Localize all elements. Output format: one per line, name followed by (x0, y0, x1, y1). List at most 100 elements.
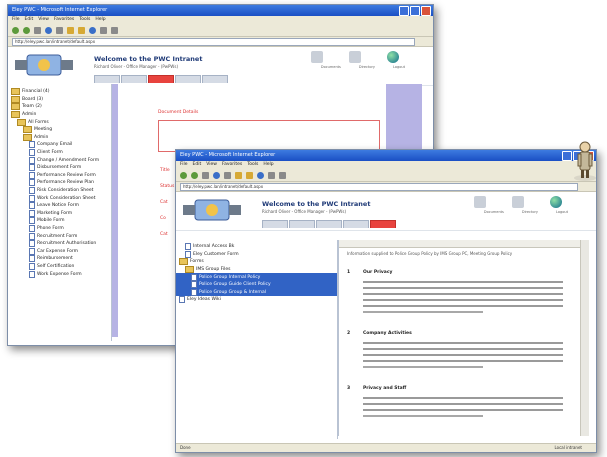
tree-item[interactable]: Forms (176, 258, 337, 266)
tree-item[interactable]: Recruitment Authorisation (8, 240, 111, 248)
forward-icon[interactable] (23, 26, 30, 34)
back-icon[interactable] (12, 26, 19, 34)
directory-icon[interactable] (512, 196, 524, 208)
tree-item[interactable]: Work Consideration Sheet (8, 194, 111, 202)
tree-item[interactable]: Risk Consideration Sheet (8, 187, 111, 195)
address-input[interactable]: http://eley.pwc.lan/intranet/default.asp… (12, 37, 415, 46)
tree-item[interactable]: Leave Notice Form (8, 202, 111, 210)
favorites-icon[interactable] (78, 26, 85, 34)
media-icon[interactable] (89, 26, 96, 34)
menu-tools[interactable]: Tools (247, 161, 258, 169)
menu-view[interactable]: View (206, 161, 217, 169)
tree-item[interactable]: Recruitment Form (8, 232, 111, 240)
menu-tools[interactable]: Tools (79, 16, 90, 24)
minimize-button[interactable] (399, 6, 409, 16)
favorites-icon[interactable] (246, 171, 253, 179)
tree-item[interactable]: Eley Customer Form (176, 250, 337, 259)
tree-item[interactable]: Self Certification (8, 262, 111, 271)
back-icon[interactable] (180, 171, 187, 179)
window-title: Eley PWC - Microsoft Internet Explorer (12, 7, 108, 13)
document-viewer[interactable]: Information supplied to Police Group Pol… (338, 240, 589, 436)
nav-tab[interactable] (94, 75, 120, 83)
tree-item[interactable]: Meeting (8, 126, 111, 134)
menu-help[interactable]: Help (95, 16, 105, 24)
menu-edit[interactable]: Edit (25, 16, 34, 24)
tree-item[interactable]: Internal Access Bk (176, 243, 337, 251)
tree-item[interactable]: Phone Form (8, 224, 111, 233)
section-heading: Privacy and Staff (363, 386, 407, 391)
nav-tab[interactable] (316, 220, 342, 228)
refresh-icon[interactable] (45, 26, 52, 34)
tree-item[interactable]: Admin (8, 133, 111, 142)
tree-item-label: Internal Access Bk (193, 244, 235, 250)
menu-file[interactable]: File (12, 16, 20, 24)
tree-item[interactable]: Board (3) (8, 95, 111, 104)
print-icon[interactable] (279, 171, 286, 179)
close-button[interactable] (421, 6, 431, 16)
mail-icon[interactable] (268, 171, 275, 179)
form-section-label: Document Details (158, 110, 199, 115)
globe-icon[interactable] (387, 51, 399, 63)
nav-tab-active[interactable] (370, 220, 396, 228)
tree-item[interactable]: Change / Amendment Form (8, 156, 111, 164)
tree-item[interactable]: Team (2) (8, 103, 111, 111)
media-icon[interactable] (257, 171, 264, 179)
tree-item[interactable]: Police Group Internal Policy (176, 273, 337, 281)
vertical-scrollbar[interactable] (580, 240, 589, 436)
tree-item[interactable]: Performance Review Plan (8, 179, 111, 187)
refresh-icon[interactable] (213, 171, 220, 179)
nav-tab[interactable] (289, 220, 315, 228)
home-icon[interactable] (56, 26, 63, 34)
nav-tab[interactable] (175, 75, 201, 83)
search-icon[interactable] (67, 26, 74, 34)
menu-help[interactable]: Help (263, 161, 273, 169)
tree-item[interactable]: Client Form (8, 149, 111, 157)
nav-tab[interactable] (262, 220, 288, 228)
menu-favorites[interactable]: Favorites (222, 161, 242, 169)
mail-icon[interactable] (100, 26, 107, 34)
tree-item[interactable]: Admin (8, 111, 111, 119)
stop-icon[interactable] (202, 171, 209, 179)
menu-view[interactable]: View (38, 16, 49, 24)
globe-icon[interactable] (550, 196, 562, 208)
tree-item[interactable]: Police Group Guide Client Policy (176, 280, 337, 289)
directory-icon[interactable] (349, 51, 361, 63)
document-icon (29, 209, 35, 217)
stop-icon[interactable] (34, 26, 41, 34)
menu-edit[interactable]: Edit (193, 161, 202, 169)
nav-tab[interactable] (202, 75, 228, 83)
tree-item[interactable]: All Forms (8, 118, 111, 126)
home-icon[interactable] (224, 171, 231, 179)
tree-item[interactable]: IMS Group Files (176, 266, 337, 274)
documents-label: Documents (320, 65, 341, 69)
tree-item[interactable]: Police Group Group & Internal (176, 288, 337, 297)
nav-tab[interactable] (121, 75, 147, 83)
documents-icon[interactable] (311, 51, 323, 63)
tree-item[interactable]: Reimbursement (8, 255, 111, 263)
title-bar: Eley PWC - Microsoft Internet Explorer (8, 5, 433, 16)
minimize-button[interactable] (562, 151, 572, 161)
tree-item[interactable]: Work Expense Form (8, 270, 111, 278)
search-icon[interactable] (235, 171, 242, 179)
sidebar-tree: Financial (4) Board (3) Team (2) Admin All F… (8, 84, 112, 341)
nav-tab[interactable] (343, 220, 369, 228)
print-icon[interactable] (111, 26, 118, 34)
tree-item[interactable]: Performance Review Form (8, 171, 111, 180)
toolbar (176, 169, 596, 182)
tree-item-label: Recruitment Form (37, 233, 78, 239)
menu-file[interactable]: File (180, 161, 188, 169)
tree-item[interactable]: Eley Ideas Wiki (176, 296, 337, 304)
tree-item[interactable]: Financial (4) (8, 88, 111, 96)
documents-icon[interactable] (474, 196, 486, 208)
menu-favorites[interactable]: Favorites (54, 16, 74, 24)
tree-item[interactable]: Marketing Form (8, 209, 111, 218)
tree-item[interactable]: Disbursement Form (8, 164, 111, 172)
text-line (363, 360, 563, 362)
tree-item[interactable]: Car Expense Form (8, 247, 111, 255)
nav-tab-active[interactable] (148, 75, 174, 83)
forward-icon[interactable] (191, 171, 198, 179)
tree-item[interactable]: Company Email (8, 141, 111, 149)
maximize-button[interactable] (410, 6, 420, 16)
address-input[interactable]: http://eley.pwc.lan/intranet/default.asp… (180, 182, 578, 191)
tree-item[interactable]: Mobile Form (8, 217, 111, 225)
